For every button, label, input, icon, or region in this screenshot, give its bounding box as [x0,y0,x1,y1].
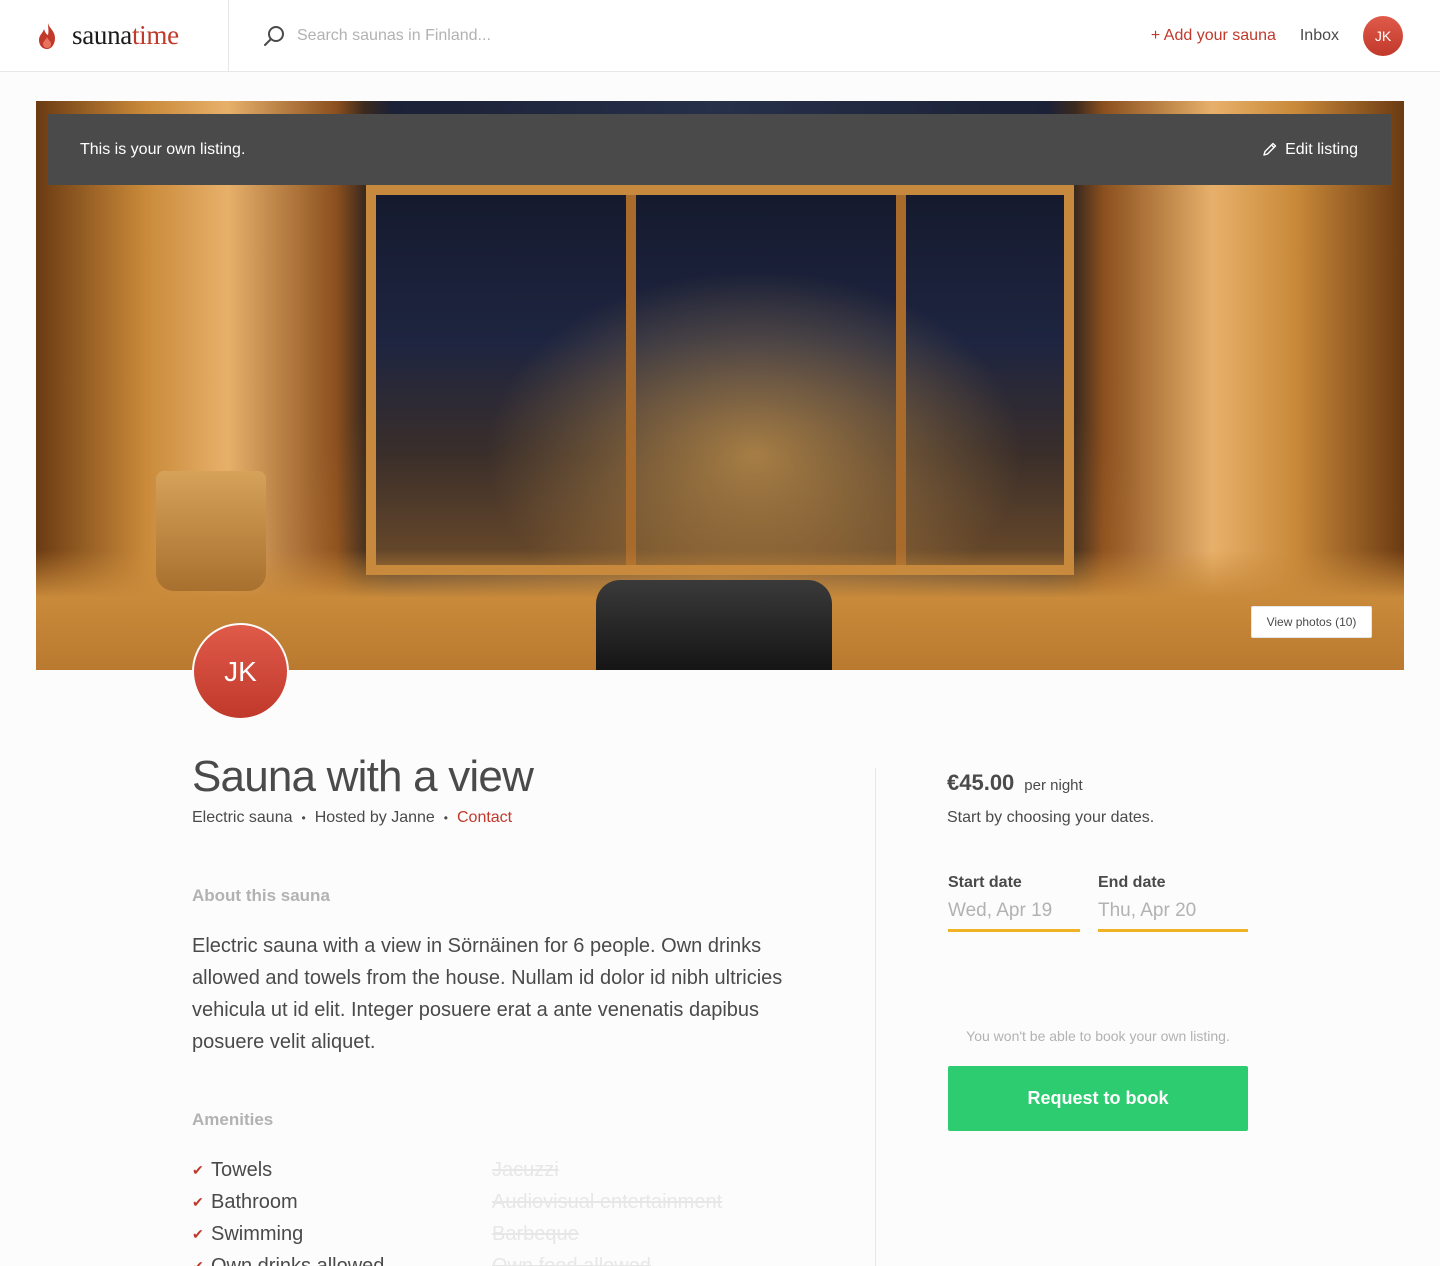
window-frame [626,195,636,565]
logo[interactable]: saunatime [0,0,229,71]
amenity-label: Bathroom [211,1191,298,1213]
price-amount: €45.00 [947,770,1015,795]
amenity-included: ✔ Towels [192,1154,492,1186]
edit-listing-label: Edit listing [1285,140,1358,158]
amenity-excluded: Own food allowed [492,1250,792,1266]
hero-window-view [366,185,1074,575]
hero-image: This is your own listing. Edit listing V… [36,101,1404,670]
column-divider [875,768,876,1266]
flame-icon [39,22,55,49]
own-listing-note: You won't be able to book your own listi… [966,1028,1230,1044]
own-listing-text: This is your own listing. [80,140,246,158]
amenity-label: Barbeque [492,1223,579,1245]
contact-link[interactable]: Contact [457,809,512,827]
amenity-excluded: Jacuzzi [492,1154,792,1186]
amenity-label: Swimming [211,1223,304,1245]
amenity-label: Own food allowed [492,1255,651,1266]
price-unit: per night [1024,777,1083,794]
logo-wordmark: saunatime [72,20,179,51]
start-date-input[interactable] [948,900,1080,932]
hero-bucket [156,471,266,591]
user-avatar-initials: JK [1374,27,1392,44]
host-avatar[interactable]: JK [192,623,289,720]
separator-dot: • [301,811,306,825]
edit-listing-link[interactable]: Edit listing [1262,141,1358,159]
own-listing-banner: This is your own listing. Edit listing [48,114,1391,185]
start-date-label: Start date [948,874,1022,891]
topbar: saunatime + Add your sauna Inbox JK [0,0,1440,72]
hero-stove [596,580,832,670]
request-to-book-button[interactable]: Request to book [948,1066,1248,1131]
logo-wordmark-part2: time [131,20,179,50]
listing-category: Electric sauna [192,809,293,826]
search-bar [229,0,1151,71]
window-frame [896,195,906,565]
search-input[interactable] [297,26,797,45]
amenity-excluded: Audiovisual entertainment [492,1186,792,1218]
amenities-list: ✔ Towels Jacuzzi ✔ Bathroom Audiovisual en… [192,1154,812,1266]
end-date-label: End date [1098,874,1166,891]
view-photos-button[interactable]: View photos (10) [1251,606,1372,638]
amenity-label: Towels [211,1159,273,1181]
end-date-field: End date [1098,874,1248,932]
user-avatar[interactable]: JK [1363,15,1403,56]
amenity-included: ✔ Bathroom [192,1186,492,1218]
check-icon: ✔ [192,1226,204,1242]
end-date-input[interactable] [1098,900,1248,932]
separator-dot: • [443,811,448,825]
start-date-field: Start date [948,874,1080,932]
host-avatar-initials: JK [224,655,257,687]
listing-host: Hosted by Janne [314,809,435,826]
check-icon: ✔ [192,1194,204,1210]
pencil-icon [1263,142,1277,156]
check-icon: ✔ [192,1162,204,1178]
inbox-link[interactable]: Inbox [1300,27,1339,45]
search-icon [264,25,284,46]
about-heading: About this sauna [192,886,330,905]
price-display: €45.00 per night [947,770,1083,796]
about-description: Electric sauna with a view in Sörnäinen … [192,935,783,1053]
listing-title: Sauna with a view [192,752,534,801]
amenity-excluded: Barbeque [492,1218,792,1250]
choose-dates-text: Start by choosing your dates. [947,809,1155,826]
amenity-label: Own drinks allowed [211,1255,385,1266]
check-icon: ✔ [192,1258,204,1266]
amenity-included: ✔ Swimming [192,1218,492,1250]
listing-subline: Electric sauna • Hosted by Janne • Conta… [192,809,512,827]
amenity-label: Audiovisual entertainment [492,1191,723,1213]
amenities-heading: Amenities [192,1110,274,1129]
amenity-included: ✔ Own drinks allowed [192,1250,492,1266]
add-sauna-link[interactable]: + Add your sauna [1151,27,1276,45]
logo-wordmark-part1: sauna [72,20,132,50]
amenity-label: Jacuzzi [492,1159,559,1181]
